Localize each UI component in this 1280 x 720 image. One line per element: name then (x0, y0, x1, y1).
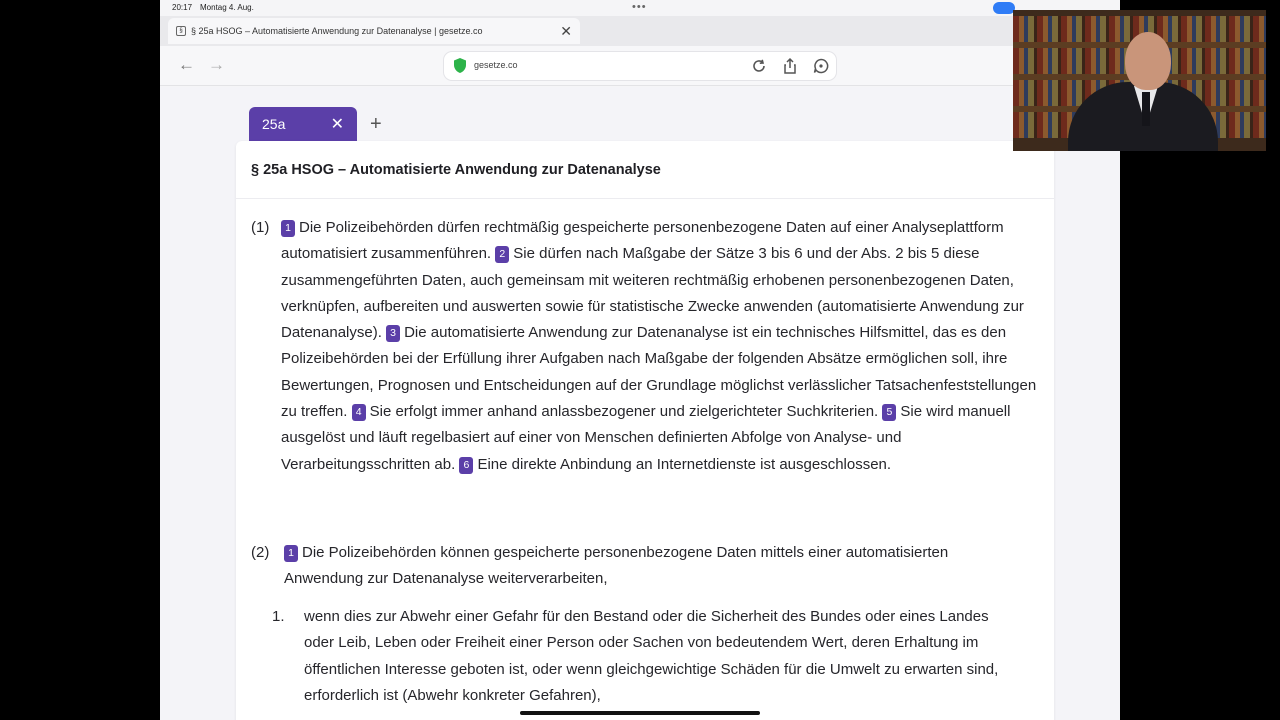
document-header: § 25a HSOG – Automatisierte Anwendung zu… (236, 141, 1054, 199)
reload-icon[interactable] (750, 57, 768, 75)
document-tab[interactable]: 25a ✕ (249, 107, 357, 141)
list-item-text: wenn dies zur Abwehr einer Gefahr für de… (304, 608, 999, 704)
sentence-number-badge: 2 (495, 246, 510, 264)
page-content: 25a ✕ + § 25a HSOG – Automatisierte Anwe… (160, 87, 1120, 720)
share-icon[interactable] (781, 57, 799, 75)
home-indicator[interactable] (520, 711, 760, 715)
multitask-dots-icon[interactable]: ••• (632, 1, 647, 13)
favicon-icon: § (176, 26, 186, 36)
paragraph-text: 1 Die Polizeibehörden können gespeicherte… (284, 540, 1024, 593)
shield-icon (454, 58, 466, 73)
assistant-chat-icon[interactable] (812, 57, 830, 75)
url-text: gesetze.co (474, 60, 518, 70)
webcam-overlay (1013, 10, 1266, 151)
paragraph-number: (2) (251, 544, 270, 561)
tab-title: § 25a HSOG – Automatisierte Anwendung zu… (191, 26, 483, 36)
list-item-number: 1. (272, 608, 285, 625)
status-bar: 20:17 Montag 4. Aug. ••• (160, 0, 1120, 16)
document-card: § 25a HSOG – Automatisierte Anwendung zu… (236, 141, 1054, 720)
sentence-number-badge: 4 (351, 404, 366, 422)
tab-close-icon[interactable]: ✕ (560, 23, 572, 40)
paragraph-text: 1 Die Polizeibehörden dürfen rechtmäßig g… (281, 215, 1041, 478)
status-date: Montag 4. Aug. (200, 3, 254, 12)
document-title: § 25a HSOG – Automatisierte Anwendung zu… (251, 161, 661, 178)
document-tab-label: 25a (262, 116, 286, 132)
add-tab-button[interactable]: + (370, 113, 382, 136)
person-tie (1142, 92, 1150, 126)
sentence-number-badge: 1 (284, 545, 298, 562)
person-head (1125, 32, 1171, 90)
document-tab-close-icon[interactable]: ✕ (331, 114, 344, 134)
forward-button[interactable]: → (208, 55, 225, 75)
sentence-number-badge: 1 (281, 220, 295, 237)
sentence-number-badge: 3 (386, 325, 401, 343)
back-button[interactable]: ← (178, 55, 195, 75)
sentence-number-badge: 5 (882, 404, 897, 422)
sentence-text: Die Polizeibehörden können gespeicherte … (284, 544, 949, 588)
ipad-screen: 20:17 Montag 4. Aug. ••• § § 25a HSOG – … (160, 0, 1120, 720)
sentence-text: Eine direkte Anbindung an Internetdienst… (477, 455, 892, 473)
paragraph-number: (1) (251, 219, 270, 236)
sentence-text: Sie erfolgt immer anhand anlassbezogener… (369, 403, 879, 421)
browser-tab[interactable]: § § 25a HSOG – Automatisierte Anwendung … (168, 18, 580, 44)
browser-toolbar: ← → gesetze.co (160, 46, 1120, 86)
status-pill-icon (993, 2, 1015, 14)
sentence-number-badge: 6 (459, 456, 474, 474)
address-bar[interactable]: gesetze.co (444, 52, 836, 80)
browser-tab-bar: § § 25a HSOG – Automatisierte Anwendung … (160, 16, 1120, 46)
status-time: 20:17 (172, 3, 193, 12)
